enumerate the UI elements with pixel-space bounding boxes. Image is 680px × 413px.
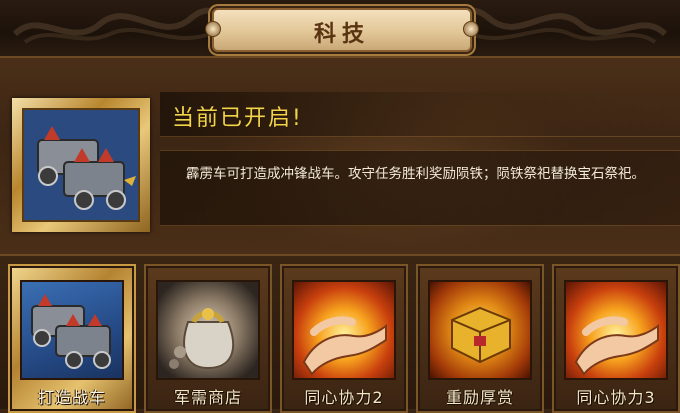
tech-item-label: 打造战车 [37,388,106,407]
selected-tech-frame [12,98,150,232]
tech-item-build-chariot[interactable]: 打造战车 [8,264,136,413]
dragon-ornament-right [452,7,668,44]
page-title: 科技 [313,22,370,47]
tech-item-teamwork-2[interactable]: 同心协力2 [280,264,408,413]
war-chariot-icon [20,280,124,380]
war-chariot-icon [22,108,140,222]
title-bar: 科技 [0,0,680,58]
tech-item-rich-reward[interactable]: 重励厚赏 [416,264,544,413]
flaming-hands-icon [292,280,396,380]
golden-chest-icon [428,280,532,380]
title-plate: 科技 [205,8,479,52]
tech-info-panel: 当前已开启! 霹雳车可打造成冲锋战车。攻守任务胜利奖励陨铁；陨铁祭祀替换宝石祭祀… [0,58,680,256]
flaming-hands-icon [564,280,668,380]
tech-item-teamwork-3[interactable]: 同心协力3 [552,264,680,413]
money-bag-icon [156,280,260,380]
tech-item-label: 重励厚赏 [445,388,514,407]
tech-item-label: 同心协力3 [576,388,656,407]
description-box: 霹雳车可打造成冲锋战车。攻守任务胜利奖励陨铁；陨铁祭祀替换宝石祭祀。 [160,150,680,226]
description-text: 霹雳车可打造成冲锋战车。攻守任务胜利奖励陨铁；陨铁祭祀替换宝石祭祀。 [186,166,645,182]
status-text: 当前已开启! [172,106,303,131]
tech-item-list: 打造战车 军需商店 同心协力2 重励厚赏 同心协力3 [0,256,680,413]
tech-item-label: 军需商店 [173,388,242,407]
tech-item-label: 同心协力2 [304,388,384,407]
status-bar: 当前已开启! [160,92,680,137]
dragon-ornament-left [12,7,228,44]
tech-item-supply-shop[interactable]: 军需商店 [144,264,272,413]
